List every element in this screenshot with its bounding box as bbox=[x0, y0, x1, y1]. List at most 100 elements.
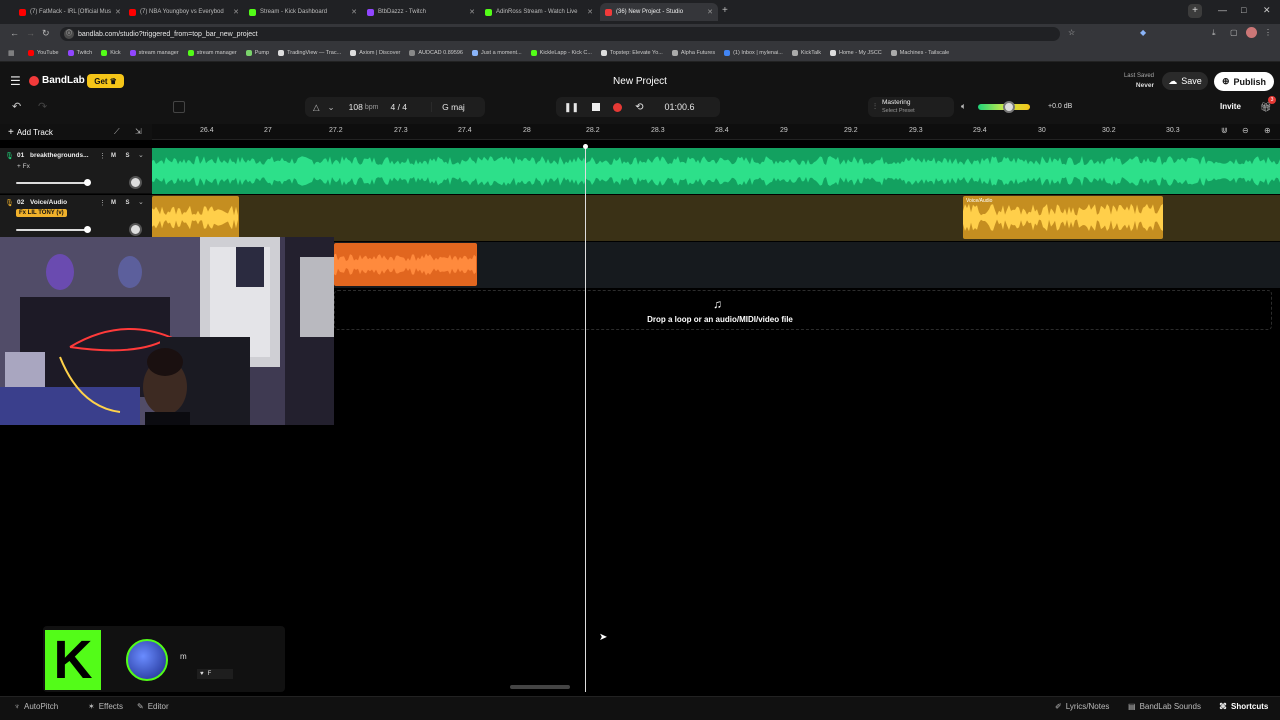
playhead-handle[interactable] bbox=[583, 144, 588, 149]
track-volume-slider[interactable] bbox=[16, 229, 88, 231]
browser-tab-6-active[interactable]: (36) New Project - Studio ✕ bbox=[600, 3, 718, 21]
bookmark-item[interactable]: Just a moment... bbox=[472, 49, 522, 56]
volume-slider-handle[interactable] bbox=[1003, 101, 1016, 113]
bookmark-item[interactable]: KickTalk bbox=[791, 49, 821, 56]
mute-button[interactable]: M bbox=[108, 197, 119, 208]
record-icon[interactable] bbox=[613, 102, 623, 112]
volume-handle[interactable] bbox=[84, 226, 91, 233]
audio-region-1[interactable] bbox=[152, 148, 1280, 194]
zoom-in-icon[interactable]: ⊕ bbox=[1264, 126, 1271, 135]
minimize-icon[interactable]: — bbox=[1218, 5, 1227, 15]
bookmark-item[interactable]: YouTube bbox=[28, 49, 59, 56]
forward-icon[interactable]: → bbox=[26, 28, 35, 38]
track-header-2[interactable]: 🎙︎ 02 Voice/Audio ⋮ M S ⌄ Fx LIL TONY (v… bbox=[0, 195, 152, 241]
save-button[interactable]: ☁ Save bbox=[1162, 72, 1208, 90]
profile-icon[interactable]: ▢ bbox=[1230, 28, 1238, 37]
magnet-snap-icon[interactable]: ⋓ bbox=[1221, 126, 1228, 135]
autopitch-button[interactable]: ♆ AutoPitch bbox=[14, 702, 58, 711]
bookmark-item[interactable]: KickleLapp - Kick C... bbox=[530, 49, 592, 56]
track-menu-icon[interactable]: ⋮ bbox=[99, 152, 106, 160]
chevron-down-icon[interactable]: ⌄ bbox=[328, 102, 335, 113]
browser-tab-2[interactable]: (7) NBA Youngboy vs Everybod ✕ bbox=[124, 3, 244, 21]
invite-button[interactable]: Invite bbox=[1220, 102, 1241, 111]
chevron-down-icon[interactable]: ⌄ bbox=[138, 198, 144, 206]
close-tab-icon[interactable]: ✕ bbox=[707, 8, 713, 16]
time-signature[interactable]: 4 / 4 bbox=[390, 102, 407, 112]
solo-button[interactable]: S bbox=[122, 150, 133, 161]
bookmark-item[interactable]: Kick bbox=[101, 49, 121, 56]
publish-button[interactable]: ⊕ Publish bbox=[1214, 72, 1274, 91]
avatar[interactable] bbox=[1246, 27, 1257, 38]
playhead[interactable] bbox=[583, 144, 588, 692]
bookmark-item[interactable]: TradingView — Trac... bbox=[278, 49, 341, 56]
automation-icon[interactable]: ⟋ bbox=[114, 127, 120, 137]
track-menu-icon[interactable]: ⋮ bbox=[99, 199, 106, 207]
mastering-button[interactable]: ⫶ Mastering Select Preset bbox=[868, 97, 954, 117]
back-icon[interactable]: ← bbox=[10, 28, 19, 38]
bookmark-item[interactable]: stream manager bbox=[187, 49, 237, 56]
browser-tab-5[interactable]: AdinRoss Stream - Watch Live ✕ bbox=[480, 3, 598, 21]
browser-tab-3[interactable]: Stream - Kick Dashboard ✕ bbox=[244, 3, 362, 21]
browser-tab-1[interactable]: (7) FatMack - IRL [Official Mus ✕ bbox=[14, 3, 124, 21]
bookmark-item[interactable]: Topstep: Elevate Yo... bbox=[600, 49, 663, 56]
pan-knob[interactable] bbox=[129, 176, 142, 189]
key-selector[interactable]: G maj bbox=[431, 102, 475, 112]
apps-grid-icon[interactable]: ▦ bbox=[8, 49, 15, 57]
audio-region-2a[interactable] bbox=[152, 196, 239, 239]
track-name[interactable]: breakthegrounds... bbox=[30, 152, 94, 159]
close-tab-icon[interactable]: ✕ bbox=[115, 8, 121, 16]
extension-icon[interactable]: ◆ bbox=[1140, 28, 1146, 37]
pan-knob[interactable] bbox=[129, 223, 142, 236]
pause-icon[interactable]: ❚❚ bbox=[564, 102, 579, 113]
bookmark-item[interactable]: AUDCAD 0.89596 bbox=[409, 49, 463, 56]
bookmark-item[interactable]: stream manager bbox=[129, 49, 179, 56]
editor-button[interactable]: ✎ Editor bbox=[137, 702, 169, 711]
bandlab-sounds-button[interactable]: ▤ BandLab Sounds bbox=[1128, 702, 1201, 711]
bpm-value[interactable]: 108 bbox=[349, 102, 363, 112]
close-tab-icon[interactable]: ✕ bbox=[469, 8, 475, 16]
bookmark-item[interactable]: Pump bbox=[245, 49, 269, 56]
audio-region-2b[interactable]: Voice/Audio bbox=[963, 196, 1163, 239]
close-tab-icon[interactable]: ✕ bbox=[587, 8, 593, 16]
track-volume-slider[interactable] bbox=[16, 182, 88, 184]
close-tab-icon[interactable]: ✕ bbox=[351, 8, 357, 16]
fx-preset-badge[interactable]: Fx LIL TONY (v) bbox=[16, 209, 67, 217]
lyrics-notes-button[interactable]: ✐ Lyrics/Notes bbox=[1055, 702, 1109, 711]
speaker-icon[interactable]: 🔈︎ bbox=[961, 101, 966, 112]
loop-icon[interactable]: ⟲ bbox=[635, 102, 643, 113]
horizontal-scrollbar[interactable] bbox=[510, 685, 570, 689]
panel-toggle-icon[interactable] bbox=[173, 101, 185, 113]
track-header-1[interactable]: 🎙︎ 01 breakthegrounds... ⋮ M S ⌄ + Fx bbox=[0, 148, 152, 194]
bookmark-star-icon[interactable]: ☆ bbox=[1068, 28, 1075, 37]
project-title[interactable]: New Project bbox=[0, 76, 1280, 87]
undo-icon[interactable]: ↶ bbox=[12, 100, 21, 113]
redo-icon[interactable]: ↷ bbox=[38, 100, 47, 113]
add-track-button[interactable]: + Add Track bbox=[8, 127, 53, 138]
fx-button[interactable]: + Fx bbox=[17, 163, 30, 170]
extension-plus-icon[interactable]: + bbox=[1188, 4, 1202, 18]
track-name[interactable]: Voice/Audio bbox=[30, 199, 94, 206]
download-icon[interactable]: ⤓ bbox=[1212, 28, 1216, 38]
fit-tracks-icon[interactable]: ⇲ bbox=[135, 127, 142, 136]
track-lane-1[interactable] bbox=[152, 148, 1280, 194]
reload-icon[interactable]: ↻ bbox=[42, 28, 50, 39]
new-tab-icon[interactable]: + bbox=[722, 5, 728, 16]
bookmark-item[interactable]: Alpha Futures bbox=[671, 49, 715, 56]
close-window-icon[interactable]: ✕ bbox=[1263, 5, 1271, 16]
metronome-icon[interactable]: △ bbox=[313, 102, 320, 113]
shortcuts-button[interactable]: ⌘ Shortcuts bbox=[1219, 702, 1268, 711]
zoom-out-icon[interactable]: ⊖ bbox=[1242, 126, 1249, 135]
site-info-icon[interactable]: ⓘ bbox=[64, 29, 74, 39]
close-tab-icon[interactable]: ✕ bbox=[233, 8, 239, 16]
stop-icon[interactable] bbox=[592, 103, 601, 111]
maximize-icon[interactable]: □ bbox=[1241, 5, 1246, 15]
mute-button[interactable]: M bbox=[108, 150, 119, 161]
audio-region-3[interactable] bbox=[334, 243, 477, 286]
bookmark-item[interactable]: Axiom | Discover bbox=[350, 49, 400, 56]
track-lane-2[interactable]: Voice/Audio bbox=[152, 195, 1280, 241]
drop-zone[interactable]: ♫ Drop a loop or an audio/MIDI/video fil… bbox=[334, 290, 1272, 330]
url-input[interactable]: ⓘ bandlab.com/studio?triggered_from=top_… bbox=[60, 27, 1060, 41]
effects-button[interactable]: ✶ Effects bbox=[88, 702, 123, 711]
bookmark-item[interactable]: Machines - Tailscale bbox=[890, 49, 949, 56]
menu-dots-icon[interactable]: ⋮ bbox=[1264, 28, 1272, 37]
